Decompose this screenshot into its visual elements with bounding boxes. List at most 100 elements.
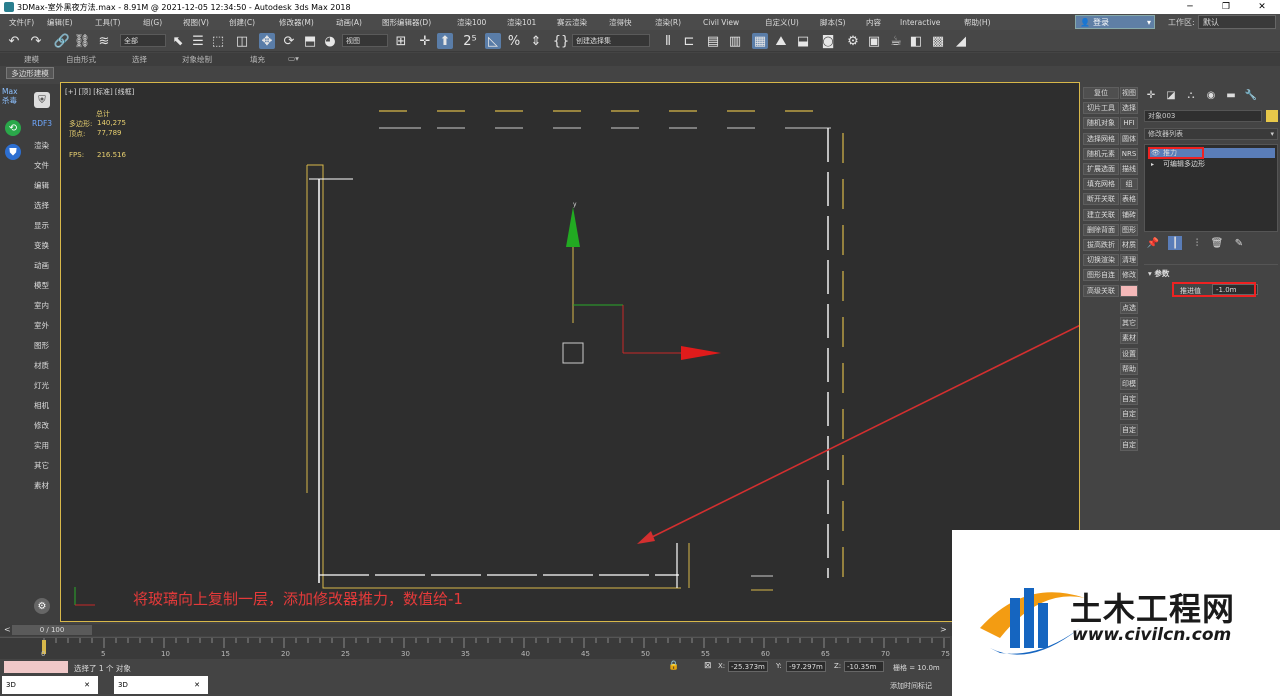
- plugin-button[interactable]: 铺砖: [1120, 208, 1138, 221]
- motion-panel-icon[interactable]: ◉: [1204, 88, 1218, 102]
- display-panel-icon[interactable]: ▬: [1224, 88, 1238, 102]
- sidebar-item-modify[interactable]: 修改: [34, 420, 49, 431]
- snap-toggle-icon[interactable]: 2⁵: [462, 33, 478, 49]
- make-unique-icon[interactable]: ⫶: [1190, 236, 1204, 250]
- plugin-button[interactable]: 扩展选面: [1083, 163, 1119, 175]
- toolbar-extra-icon[interactable]: ◢: [953, 33, 969, 49]
- rdf-label[interactable]: RDF3: [32, 119, 52, 128]
- plugin-button[interactable]: 选择网格: [1083, 132, 1119, 145]
- plugin-button[interactable]: 视图: [1120, 87, 1138, 99]
- plugin-button[interactable]: 描线: [1120, 163, 1138, 175]
- plugin-button[interactable]: 拔高跌折: [1083, 239, 1119, 251]
- percent-snap-icon[interactable]: %: [506, 33, 522, 49]
- layer-explorer-icon[interactable]: ▥: [727, 33, 743, 49]
- ribbon-tab-freeform[interactable]: 自由形式: [66, 54, 96, 65]
- ribbon-tab-populate[interactable]: 填充: [250, 54, 265, 65]
- plugin-button[interactable]: 表格: [1120, 193, 1138, 206]
- plugin-button[interactable]: 随机元素: [1083, 147, 1119, 160]
- move-icon[interactable]: ✥: [259, 33, 275, 49]
- render-iterative-icon[interactable]: ◧: [908, 33, 924, 49]
- sidebar-item-camera[interactable]: 相机: [34, 400, 49, 411]
- sidebar-item-other[interactable]: 其它: [34, 460, 49, 471]
- prev-frame-icon[interactable]: <: [4, 625, 11, 634]
- scene-explorer-icon[interactable]: ▤: [705, 33, 721, 49]
- window-crossing-icon[interactable]: ◫: [234, 33, 250, 49]
- viewport-top[interactable]: [+] [顶] [标准] [线框] 总计 多边形: 140,275 顶点: 77…: [60, 82, 1080, 622]
- configure-sets-icon[interactable]: ✎: [1232, 236, 1246, 250]
- plugin-button[interactable]: 随机对象: [1083, 117, 1119, 130]
- plugin-button[interactable]: 清理: [1120, 254, 1138, 267]
- plugin-button[interactable]: 圆体: [1120, 132, 1138, 145]
- pivot-center-icon[interactable]: ⊞: [393, 33, 409, 49]
- plugin-button[interactable]: 图形: [1120, 223, 1138, 236]
- maximize-button[interactable]: ❐: [1208, 0, 1244, 14]
- object-name-field[interactable]: 对象003: [1144, 110, 1262, 122]
- plugin-button[interactable]: 复位: [1083, 87, 1119, 99]
- spinner-snap-icon[interactable]: ⇕: [528, 33, 544, 49]
- plugin-button[interactable]: 切换渲染: [1083, 254, 1119, 267]
- menu-group[interactable]: 组(G): [134, 17, 174, 28]
- plugin-button[interactable]: 点选: [1120, 302, 1138, 314]
- render-cloud-icon[interactable]: ▩: [930, 33, 946, 49]
- sidebar-item-display[interactable]: 显示: [34, 220, 49, 231]
- plugin-button[interactable]: 切片工具: [1083, 102, 1119, 115]
- sidebar-item-file[interactable]: 文件: [34, 160, 49, 171]
- reference-coord-dropdown[interactable]: 视图: [342, 34, 388, 47]
- menu-file[interactable]: 文件(F): [0, 17, 38, 28]
- plugin-button[interactable]: 素材: [1120, 332, 1138, 345]
- edit-named-selection-icon[interactable]: {}: [553, 33, 570, 49]
- workspace-dropdown[interactable]: 默认: [1198, 15, 1276, 29]
- modify-panel-icon[interactable]: ◪: [1164, 88, 1178, 102]
- plugin-button[interactable]: HFI: [1120, 117, 1138, 130]
- keyboard-shortcut-icon[interactable]: ⬆: [437, 33, 453, 49]
- plugin-button[interactable]: 修改: [1120, 269, 1138, 282]
- maxscript-listener[interactable]: [4, 661, 68, 673]
- plugin-button[interactable]: 选择: [1120, 102, 1138, 115]
- object-color-swatch[interactable]: [1266, 110, 1278, 122]
- sidebar-item-shapes[interactable]: 图形: [34, 340, 49, 351]
- add-time-tag[interactable]: 添加时间标记: [890, 681, 932, 691]
- taskbar-thumb-1[interactable]: 3D ✕: [2, 676, 98, 694]
- menu-scripting[interactable]: 脚本(S): [811, 17, 857, 28]
- plugin-button[interactable]: 组: [1120, 178, 1138, 191]
- sidebar-item-edit[interactable]: 编辑: [34, 180, 49, 191]
- params-rollout-title[interactable]: ▾ 参数: [1148, 268, 1169, 279]
- angle-snap-icon[interactable]: ◺: [485, 33, 501, 49]
- plugin-button[interactable]: 删除背面: [1083, 223, 1119, 236]
- named-selection-dropdown[interactable]: 创建选择集: [572, 34, 650, 47]
- undo-icon[interactable]: ↶: [6, 33, 22, 49]
- menu-tools[interactable]: 工具(T): [86, 17, 134, 28]
- bind-space-warp-icon[interactable]: ≋: [96, 33, 112, 49]
- plugin-button[interactable]: 材质: [1120, 239, 1138, 251]
- ribbon-subtab-poly-modeling[interactable]: 多边形建模: [6, 67, 54, 79]
- sidebar-item-assets[interactable]: 素材: [34, 480, 49, 491]
- create-panel-icon[interactable]: ✛: [1144, 88, 1158, 102]
- scale-icon[interactable]: ⬒: [302, 33, 318, 49]
- plugin-button[interactable]: [1120, 284, 1138, 297]
- sidebar-item-material[interactable]: 材质: [34, 360, 49, 371]
- plugin-button[interactable]: 填充网格: [1083, 178, 1119, 191]
- material-editor-icon[interactable]: ◙: [820, 33, 836, 49]
- lock-selection-icon[interactable]: 🔒: [668, 661, 679, 671]
- x-coord-field[interactable]: -25.373m: [728, 661, 768, 672]
- render-production-icon[interactable]: ☕: [888, 33, 904, 49]
- sidebar-item-utility[interactable]: 实用: [34, 440, 49, 451]
- ribbon-tab-modeling[interactable]: 建模: [24, 54, 39, 65]
- sidebar-item-model[interactable]: 模型: [34, 280, 49, 291]
- menu-civil-view[interactable]: Civil View: [694, 18, 756, 27]
- next-frame-icon[interactable]: >: [940, 625, 947, 634]
- schematic-view-icon[interactable]: ⬓: [795, 33, 811, 49]
- select-object-icon[interactable]: ⬉: [170, 33, 186, 49]
- toggle-ribbon-icon[interactable]: ▦: [752, 33, 768, 49]
- login-dropdown[interactable]: 👤 登录 ▾: [1075, 15, 1155, 29]
- frame-counter[interactable]: 0 / 100: [12, 625, 92, 635]
- align-icon[interactable]: ⊏: [681, 33, 697, 49]
- mirror-icon[interactable]: ⫴: [660, 33, 676, 49]
- link-icon[interactable]: 🔗: [54, 33, 70, 49]
- plugin-button[interactable]: 帮助: [1120, 362, 1138, 375]
- close-button[interactable]: ✕: [1244, 0, 1280, 14]
- plugin-button[interactable]: 高级关联: [1083, 284, 1119, 297]
- sidebar-item-render[interactable]: 渲染: [34, 140, 49, 151]
- plugin-button[interactable]: 自定: [1120, 408, 1138, 421]
- menu-edit[interactable]: 编辑(E): [38, 17, 86, 28]
